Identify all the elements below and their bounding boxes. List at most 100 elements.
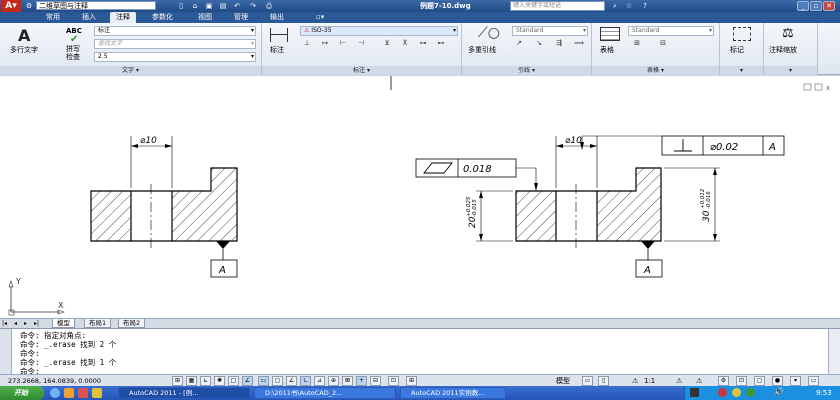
leader-tool-3-icon[interactable]: ⇶ [554,39,564,48]
text-height-select[interactable]: 2.5 [94,52,256,62]
multiline-text-label[interactable]: 多行文字 [10,45,38,55]
saveas-icon[interactable]: ▤ [218,1,228,11]
layout-nav-prev-icon[interactable]: ◂ [14,320,17,327]
markup-panel-arrow[interactable]: ▾ [720,66,763,75]
ribbon-toggle-button[interactable]: ▫▾ [310,12,330,23]
leader-style-select[interactable]: Standard [512,26,588,36]
save-icon[interactable]: ▣ [204,1,214,11]
undo-icon[interactable]: ↶ [232,1,242,11]
star-icon[interactable]: ☆ [624,1,634,11]
open-icon[interactable]: ⌂ [190,1,200,11]
tpy-toggle[interactable]: ∟ [300,376,311,386]
annotation-scale-icon[interactable]: ⚠ [632,376,638,386]
am2-toggle[interactable]: + [356,376,367,386]
tab-model[interactable]: 模型 [52,319,75,328]
text-panel-title[interactable]: 文字 ▾ [0,66,261,75]
viewport-max-icon[interactable] [814,83,823,91]
dim-tool-5-icon[interactable]: ⊻ [382,39,392,48]
dim-style-select[interactable]: ⚠ ISO-35 [300,26,458,36]
tab-annotate[interactable]: 注释 [110,12,136,23]
linear-dim-icon[interactable] [270,28,288,42]
dim-panel-title[interactable]: 标注 ▾ [262,66,461,75]
autocad-app-icon[interactable]: A▾ [1,0,21,12]
sc-toggle[interactable]: ⊕ [328,376,339,386]
tray-icon[interactable] [718,388,727,397]
clean-screen-icon[interactable]: ▭ [808,376,819,386]
search-input[interactable]: 键入关键字或短语 [510,1,605,11]
table-panel-title[interactable]: 表格 ▾ [592,66,719,75]
redo-icon[interactable]: ↷ [248,1,258,11]
dyn-toggle[interactable]: ▢ [272,376,283,386]
otrack-toggle[interactable]: ∠ [242,376,253,386]
status-menu-icon[interactable]: ▾ [790,376,801,386]
layout-nav-last-icon[interactable]: ▸| [34,320,39,327]
layout-view2-icon[interactable]: ▯ [598,376,609,386]
workspace-switch-icon[interactable]: ⚙ [718,376,729,386]
qv-toggle[interactable]: ⊡ [388,376,399,386]
lwt-toggle[interactable]: ∠ [286,376,297,386]
quicklaunch-media-icon[interactable] [64,388,74,398]
tray-icon[interactable] [746,388,755,397]
qv2-toggle[interactable]: ⊞ [406,376,417,386]
command-scrollbar[interactable] [828,329,840,375]
new-icon[interactable]: ▯ [176,1,186,11]
annotation-scale-label[interactable]: 注释缩放 [769,45,797,55]
quicklaunch-app2-icon[interactable] [92,388,102,398]
dim-tool-4-icon[interactable]: ⊣ [356,39,366,48]
dim-label[interactable]: 标注 [270,45,284,55]
markup-label[interactable]: 标记 [730,45,744,55]
viewport-min-icon[interactable] [803,83,812,91]
table-label[interactable]: 表格 [600,45,614,55]
auto-scale-icon[interactable]: ⚠ [696,376,702,386]
dim-tool-1-icon[interactable]: ⊥ [302,39,312,48]
leader-tool-2-icon[interactable]: ↘ [534,39,544,48]
hardware-accel-icon[interactable]: ▢ [754,376,765,386]
leader-panel-title[interactable]: 引线 ▾ [462,66,591,75]
osnap-toggle[interactable]: □ [228,376,239,386]
workspace-name[interactable]: 二维草图与注释 [36,1,156,10]
tab-layout1[interactable]: 布局1 [84,319,112,328]
model-space-button[interactable]: 模型 [556,376,570,386]
layout-nav-first-icon[interactable]: |◂ [2,320,7,327]
check-icon[interactable]: ✔ [70,34,78,45]
tray-icon[interactable] [732,388,741,397]
tab-manage[interactable]: 管理 [228,12,254,23]
viewport-close-icon[interactable]: x [826,84,830,92]
layout-nav-next-icon[interactable]: ▸ [24,320,27,327]
ducs-toggle[interactable]: ▭ [258,376,269,386]
command-window-grip[interactable] [0,329,12,375]
leader-tool-4-icon[interactable]: ⟹ [574,39,584,48]
scale-panel-arrow[interactable]: ▾ [764,66,817,75]
tray-icon[interactable] [690,388,699,397]
am-toggle[interactable]: ⊠ [342,376,353,386]
annotation-scale-value[interactable]: 1:1 [644,376,655,386]
lw-toggle[interactable]: ⊟ [370,376,381,386]
print-icon[interactable]: ⎙ [264,1,274,11]
spell-check-label[interactable]: 拼写 检查 [66,45,80,61]
text-style-select[interactable]: 标注 [94,26,256,36]
close-button[interactable]: ✕ [823,1,835,11]
isolate-objects-icon[interactable]: ● [772,376,783,386]
tab-layout2[interactable]: 布局2 [118,319,146,328]
layout-view-icon[interactable]: ▭ [582,376,593,386]
drawing-canvas[interactable]: x ⌀10 A ⌀10 ⌀0.02 A 0.018 20 +0.025 -0.0… [0,75,840,318]
tab-output[interactable]: 输出 [264,12,290,23]
dim-tool-2-icon[interactable]: ↦ [320,39,330,48]
taskbar-folder-window[interactable]: D:\2011书\AutoCAD_2... [254,387,396,399]
table-tool-2-icon[interactable]: ⊟ [658,39,668,48]
dim-tool-3-icon[interactable]: ⊢ [338,39,348,48]
mleader-label[interactable]: 多重引线 [468,45,496,55]
tab-view[interactable]: 视图 [192,12,218,23]
start-button[interactable]: 开始 [0,386,44,400]
table-style-select[interactable]: Standard [628,26,714,36]
quicklaunch-ie-icon[interactable] [50,388,60,398]
dim-tool-6-icon[interactable]: ⊼ [400,39,410,48]
taskbar-doc-window[interactable]: AutoCAD 2011实例教... [400,387,506,399]
dim-tool-7-icon[interactable]: ⊶ [418,39,428,48]
quicklaunch-app-icon[interactable] [78,388,88,398]
command-window[interactable]: 命令: 指定对角点: 命令: _.erase 找到 2 个 命令: 命令: _.… [0,328,840,376]
find-text-input[interactable]: 查找文字 [94,39,256,49]
mleader-icon[interactable]: ⟋○ [478,25,500,41]
table-tool-1-icon[interactable]: ⊞ [632,39,642,48]
ortho-toggle[interactable]: ⊾ [200,376,211,386]
